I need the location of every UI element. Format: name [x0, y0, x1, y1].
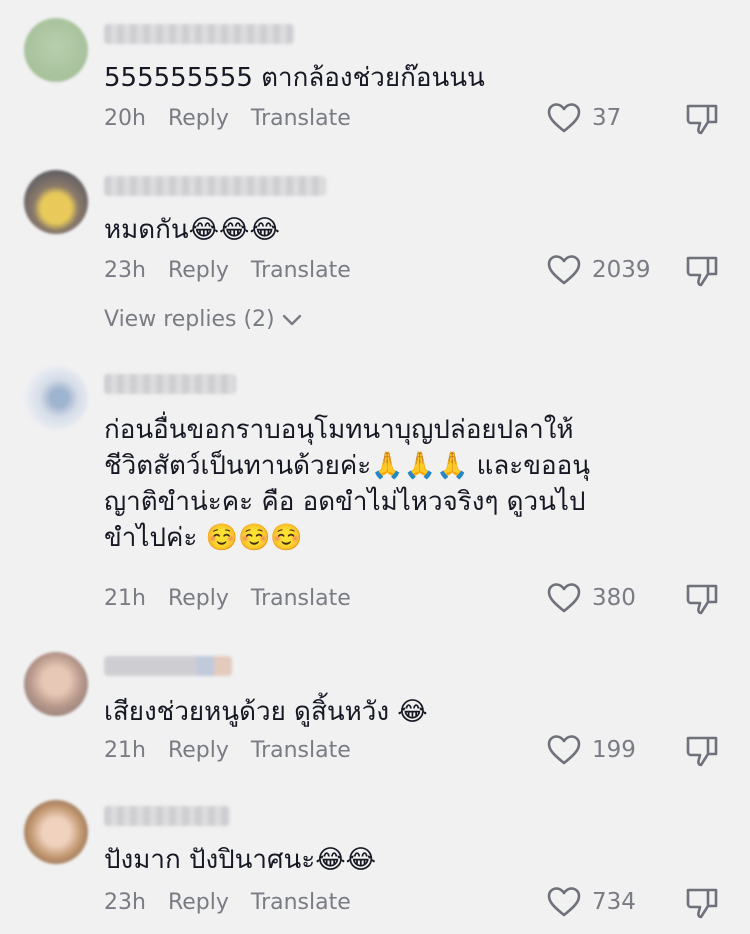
comment-text: หมดกัน😂😂😂 — [104, 215, 280, 245]
comment-meta: 23h Reply Translate — [104, 890, 351, 915]
heart-outline-icon — [547, 887, 581, 917]
comment-meta: 23h Reply Translate — [104, 258, 351, 283]
like-count: 380 — [592, 585, 636, 611]
comment-time: 21h — [104, 738, 146, 763]
like-button[interactable]: 37 — [546, 102, 621, 134]
comment-meta: 21h Reply Translate — [104, 738, 351, 763]
comment-text: ก่อนอื่นขอกราบอนุโมทนาบุญปล่อยปลาให้ ชีว… — [104, 415, 591, 553]
like-count: 199 — [592, 737, 636, 763]
thumbs-down-icon[interactable] — [684, 886, 720, 920]
comment-meta: 21h Reply Translate — [104, 586, 351, 611]
avatar[interactable] — [24, 170, 88, 234]
like-button[interactable]: 2039 — [546, 254, 651, 286]
comment-time: 23h — [104, 890, 146, 915]
username-blurred[interactable] — [104, 806, 230, 826]
translate-button[interactable]: Translate — [251, 890, 351, 915]
comment-text: 555555555 ตากล้องช่วยก๊อนนน — [104, 63, 485, 93]
like-button[interactable]: 380 — [546, 582, 636, 614]
comment-meta: 20h Reply Translate — [104, 106, 351, 131]
reply-button[interactable]: Reply — [168, 106, 229, 131]
like-count: 734 — [592, 889, 636, 915]
view-replies-label: View replies (2) — [104, 307, 275, 332]
comment-time: 23h — [104, 258, 146, 283]
avatar[interactable] — [24, 800, 88, 864]
avatar[interactable] — [24, 366, 88, 430]
chevron-down-icon — [282, 314, 301, 325]
username-blurred[interactable] — [104, 176, 326, 196]
thumbs-down-icon[interactable] — [684, 102, 720, 136]
heart-outline-icon — [547, 103, 581, 133]
thumbs-down-icon[interactable] — [684, 734, 720, 768]
heart-outline-icon — [547, 735, 581, 765]
thumbs-down-icon[interactable] — [684, 582, 720, 616]
like-count: 2039 — [592, 257, 651, 283]
comment-time: 21h — [104, 586, 146, 611]
heart-outline-icon — [547, 255, 581, 285]
comment-text: เสียงช่วยหนูด้วย ดูสิ้นหวัง 😂 — [104, 697, 428, 727]
comment-time: 20h — [104, 106, 146, 131]
username-blurred[interactable] — [104, 374, 236, 394]
translate-button[interactable]: Translate — [251, 738, 351, 763]
reply-button[interactable]: Reply — [168, 258, 229, 283]
comment-text: ปังมาก ปังปินาศนะ😂😂 — [104, 845, 377, 875]
reply-button[interactable]: Reply — [168, 586, 229, 611]
like-count: 37 — [592, 105, 622, 131]
avatar[interactable] — [24, 652, 88, 716]
thumbs-down-icon[interactable] — [684, 254, 720, 288]
like-button[interactable]: 199 — [546, 734, 636, 766]
translate-button[interactable]: Translate — [251, 258, 351, 283]
reply-button[interactable]: Reply — [168, 738, 229, 763]
username-blurred[interactable] — [104, 24, 294, 44]
reply-button[interactable]: Reply — [168, 890, 229, 915]
username-blurred[interactable] — [104, 656, 232, 676]
translate-button[interactable]: Translate — [251, 586, 351, 611]
view-replies-button[interactable]: View replies (2) — [104, 307, 303, 332]
like-button[interactable]: 734 — [546, 886, 636, 918]
heart-outline-icon — [547, 583, 581, 613]
translate-button[interactable]: Translate — [251, 106, 351, 131]
avatar[interactable] — [24, 18, 88, 82]
